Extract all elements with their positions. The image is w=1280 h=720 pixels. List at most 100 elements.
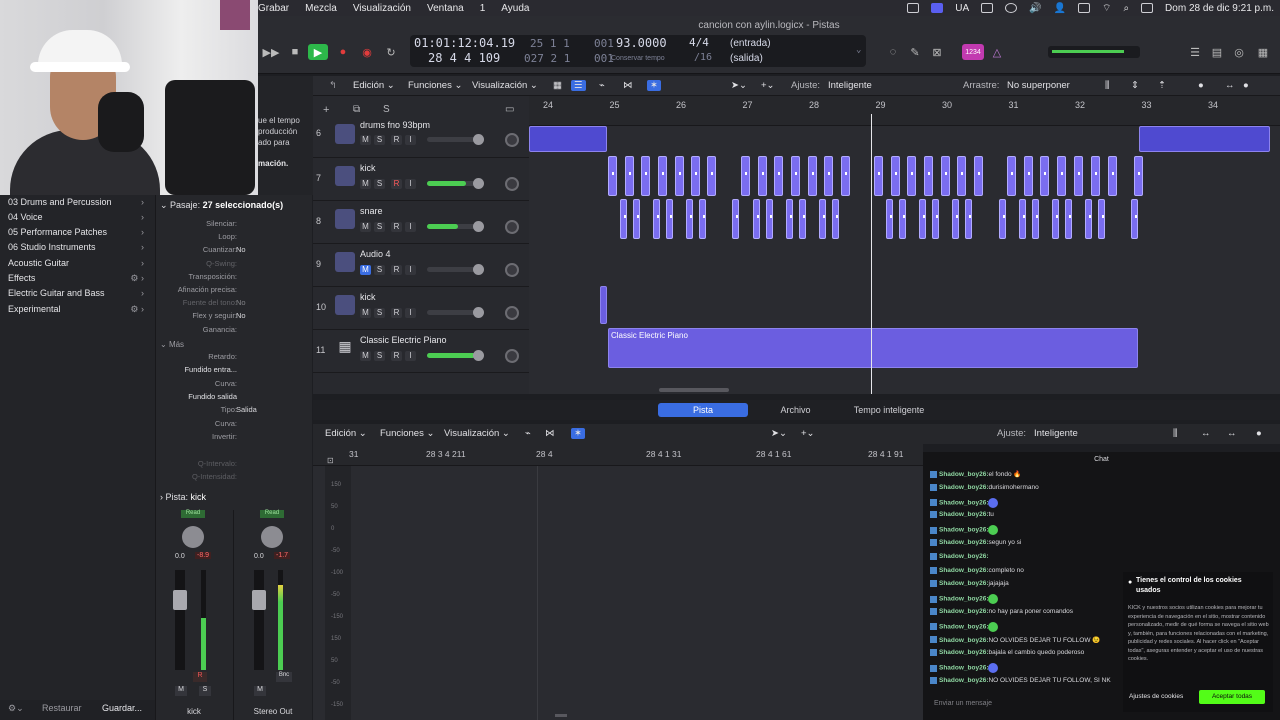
record-button[interactable]: R xyxy=(391,308,402,318)
kick-region[interactable] xyxy=(641,156,650,196)
global-solo-icon[interactable]: S xyxy=(383,104,390,115)
edit-menu[interactable]: Edición ⌄ xyxy=(325,428,367,439)
pointer-tool-icon[interactable]: ➤⌄ xyxy=(771,428,787,439)
forward-icon[interactable]: ▶▶ xyxy=(262,44,280,60)
inspector-row[interactable]: Ganancia: xyxy=(156,325,313,337)
flex-icon[interactable]: ⋈ xyxy=(623,80,633,91)
inspector-row[interactable]: Transposición: xyxy=(156,272,313,284)
duplicate-track-icon[interactable]: ⧉ xyxy=(353,104,360,115)
kick-region[interactable] xyxy=(1074,156,1083,196)
kick-region[interactable] xyxy=(957,156,966,196)
kick-region[interactable] xyxy=(824,156,833,196)
mute-button[interactable]: M xyxy=(360,135,371,145)
horizontal-scrollbar[interactable] xyxy=(659,388,729,392)
kick-region[interactable] xyxy=(791,156,800,196)
zoom-slider-icon[interactable]: ⇡ xyxy=(1158,80,1166,91)
solo-button[interactable]: S xyxy=(374,222,385,232)
control-center-icon[interactable] xyxy=(1141,3,1154,13)
playhead[interactable] xyxy=(871,114,872,394)
library-item[interactable]: 04 Voice › xyxy=(8,212,148,227)
snare-region[interactable] xyxy=(653,199,660,239)
snare-region[interactable] xyxy=(666,199,673,239)
track-header[interactable]: 6 drums fno 93bpm M S R I xyxy=(313,120,529,158)
snare-region[interactable] xyxy=(732,199,739,239)
inspector-row[interactable]: Retardo: xyxy=(156,352,313,364)
track-header[interactable]: 11 ▦ Classic Electric Piano M S R I xyxy=(313,330,529,373)
chat-username[interactable]: Shadow_boy26: xyxy=(939,624,988,631)
replace-icon[interactable]: ◉ xyxy=(358,44,376,60)
view-menu[interactable]: Visualización ⌄ xyxy=(472,80,538,91)
inspector-row[interactable]: Flex y seguir: No xyxy=(156,311,313,323)
catch-icon[interactable]: ✶ xyxy=(571,428,585,439)
snare-region[interactable] xyxy=(633,199,640,239)
record-button[interactable]: R xyxy=(391,135,402,145)
chat-username[interactable]: Shadow_boy26: xyxy=(939,567,988,574)
fader-track[interactable] xyxy=(252,570,266,670)
user-icon[interactable]: 👤 xyxy=(1054,3,1066,14)
play-status-icon[interactable] xyxy=(1005,3,1018,13)
tab-file[interactable]: Archivo xyxy=(753,403,838,417)
record-button[interactable]: R xyxy=(391,265,402,275)
kick-region[interactable] xyxy=(1024,156,1033,196)
inspector-row[interactable]: Fundido entra... xyxy=(156,365,313,377)
input-monitor-button[interactable]: I xyxy=(405,308,416,318)
snare-region[interactable] xyxy=(799,199,806,239)
snare-region[interactable] xyxy=(952,199,959,239)
track-header[interactable]: 7 kick M S R I xyxy=(313,158,529,201)
snare-region[interactable] xyxy=(1131,199,1138,239)
chat-username[interactable]: Shadow_boy26: xyxy=(939,471,988,478)
mute-button[interactable]: M xyxy=(360,265,371,275)
inspector-row[interactable]: Silenciar: xyxy=(156,219,313,231)
solo-button[interactable]: S xyxy=(374,351,385,361)
chevron-down-icon[interactable]: ⌄ xyxy=(856,45,861,55)
mute-button[interactable]: M xyxy=(175,686,187,696)
chat-username[interactable]: Shadow_boy26: xyxy=(939,677,988,684)
waveform-zoom-icon[interactable]: ⫼ xyxy=(1173,428,1177,439)
list-editor-icon[interactable]: ☰ xyxy=(1186,44,1204,60)
solo-button[interactable]: S xyxy=(374,265,385,275)
edit-menu[interactable]: Edición ⌄ xyxy=(353,80,395,91)
restore-button[interactable]: Restaurar xyxy=(42,703,82,713)
kick-region[interactable] xyxy=(907,156,916,196)
kick-region[interactable] xyxy=(600,286,607,324)
menu-ventana[interactable]: Ventana xyxy=(427,3,464,14)
audio-region[interactable] xyxy=(1139,126,1270,152)
fader-track[interactable] xyxy=(173,570,187,670)
secondary-tool-icon[interactable]: +⌄ xyxy=(801,428,815,439)
audio-editor[interactable]: 31 28 3 4 211 28 4 28 4 1 31 28 4 1 61 28 4 1… xyxy=(313,444,923,720)
solo-button[interactable]: S xyxy=(199,686,211,696)
snare-region[interactable] xyxy=(1052,199,1059,239)
library-item[interactable]: 06 Studio Instruments › xyxy=(8,242,148,257)
snare-region[interactable] xyxy=(786,199,793,239)
inspector-row[interactable]: Cuantizar: No xyxy=(156,245,313,257)
kick-region[interactable] xyxy=(658,156,667,196)
solo-button[interactable]: S xyxy=(374,135,385,145)
settings-icon[interactable]: ⚙⌄ xyxy=(8,703,24,714)
kick-region[interactable] xyxy=(707,156,716,196)
library-item[interactable]: Acoustic Guitar › xyxy=(8,258,148,273)
snare-region[interactable] xyxy=(886,199,893,239)
flex-icon[interactable]: ⋈ xyxy=(545,428,555,439)
input-monitor-button[interactable]: I xyxy=(405,222,416,232)
functions-menu[interactable]: Funciones ⌄ xyxy=(380,428,434,439)
inspector-row[interactable]: Q-Swing: xyxy=(156,259,313,271)
lcd-display[interactable]: 01:01:12:04.19 25 1 1 001 28 4 4 109 027… xyxy=(410,35,866,67)
record-button[interactable]: R xyxy=(391,222,402,232)
record-icon[interactable]: ● xyxy=(334,44,352,60)
track-header[interactable]: 9 Audio 4 M S R I xyxy=(313,244,529,287)
kick-region[interactable] xyxy=(625,156,634,196)
kick-region[interactable] xyxy=(1040,156,1049,196)
save-button[interactable]: Guardar... xyxy=(102,703,142,713)
catch-icon[interactable]: ✶ xyxy=(647,80,661,91)
message-icon[interactable] xyxy=(981,3,994,13)
waveform-zoom-icon[interactable]: ⫼ xyxy=(1105,80,1109,91)
view-menu[interactable]: Visualización ⌄ xyxy=(444,428,510,439)
mute-button[interactable]: M xyxy=(254,686,266,696)
pan-knob[interactable] xyxy=(505,133,519,147)
loop-browser-icon[interactable]: ◎ xyxy=(1230,44,1248,60)
snap-select[interactable]: Inteligente xyxy=(828,80,872,91)
grid-icon[interactable]: ▦ xyxy=(553,80,562,91)
kick-region[interactable] xyxy=(1134,156,1143,196)
menu-mezcla[interactable]: Mezcla xyxy=(305,3,337,14)
snare-region[interactable] xyxy=(819,199,826,239)
